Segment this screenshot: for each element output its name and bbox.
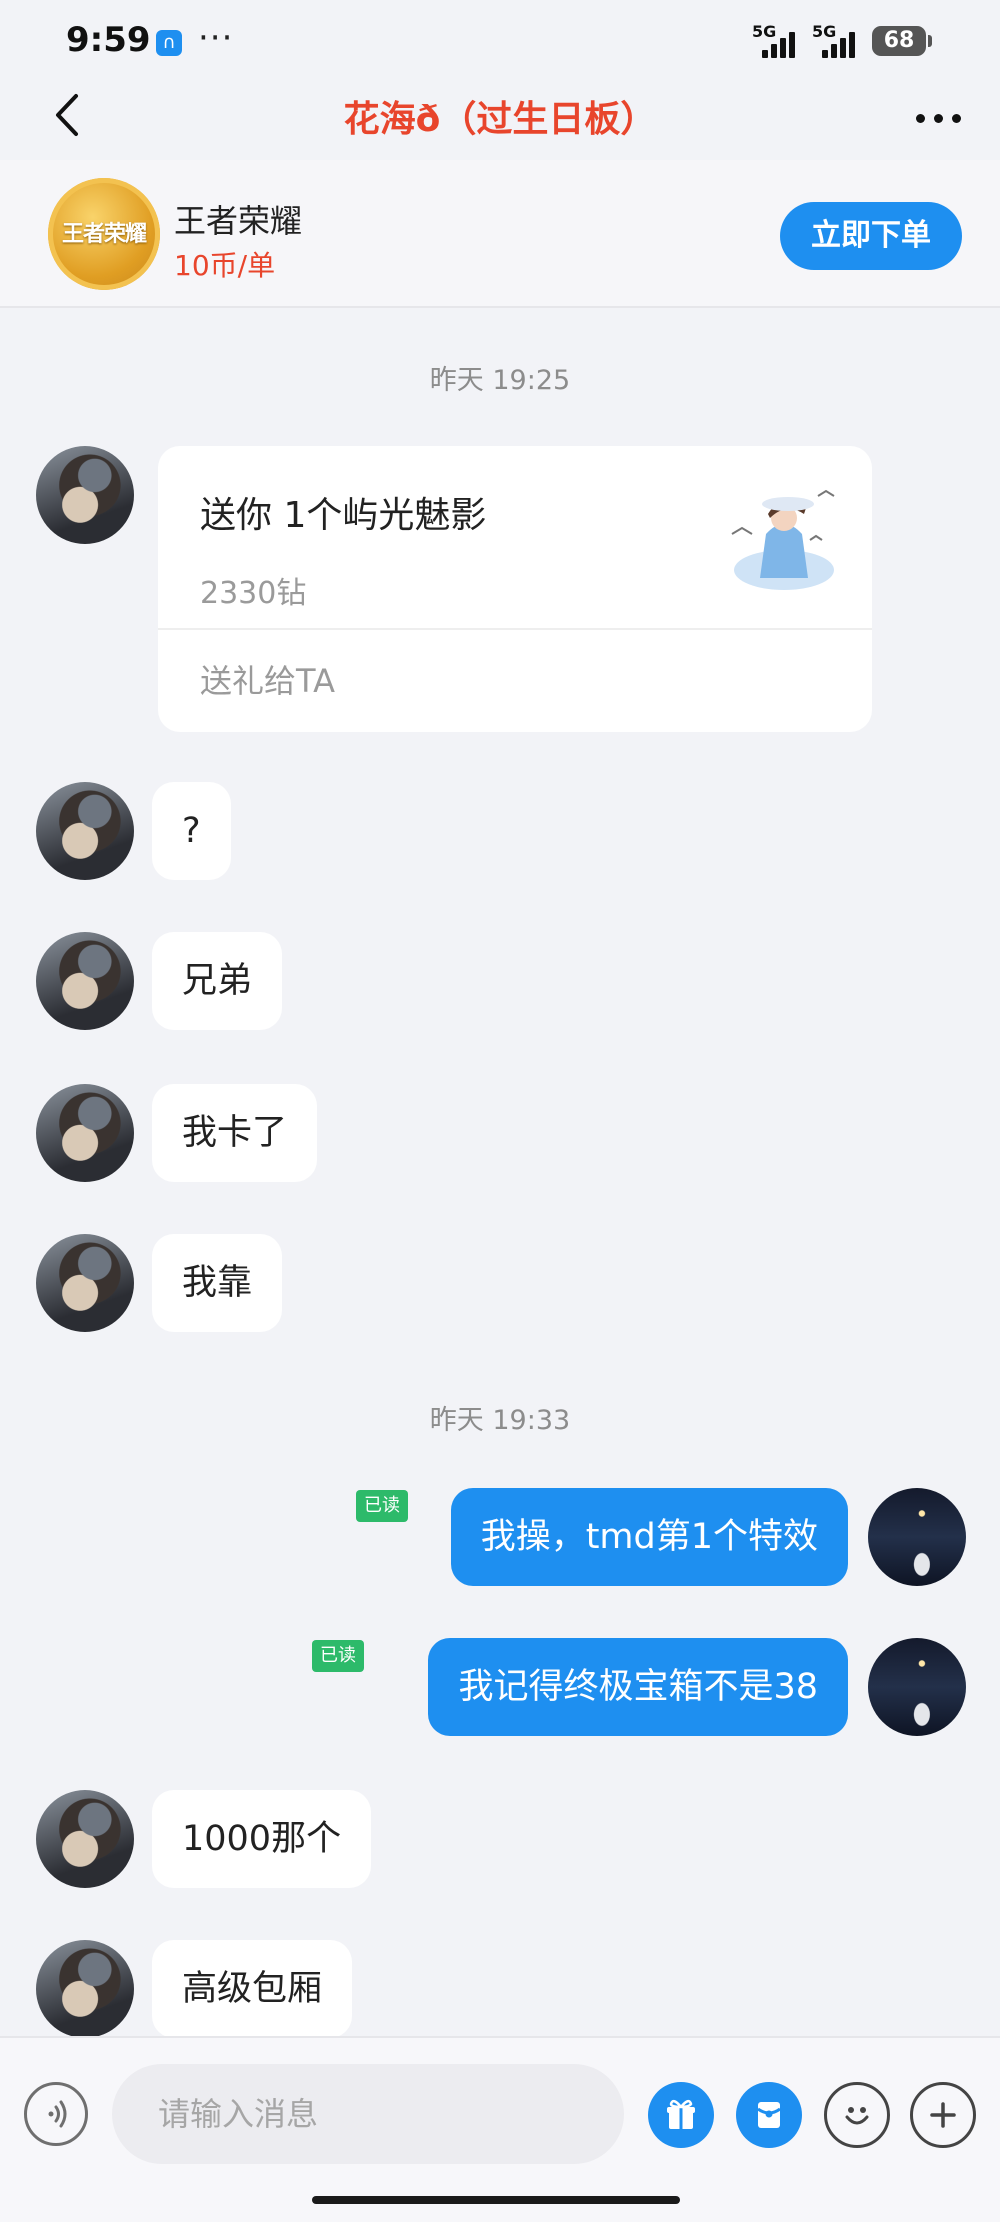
voice-icon (48, 2100, 67, 2128)
app-notification-icon: ∩ (156, 30, 182, 56)
avatar[interactable] (36, 932, 134, 1030)
plus-button[interactable] (910, 2082, 976, 2148)
status-time: 9:59 (66, 20, 151, 60)
gift-icon (667, 2099, 695, 2129)
message-bubble[interactable]: 我靠 (152, 1234, 283, 1332)
chat-title: 花海ð（过生日板） (343, 99, 657, 140)
signal-5g-icon: 5G (812, 22, 868, 58)
gift-card[interactable]: 送你 1个屿光魅影 2330钻 送礼给TA (158, 446, 872, 732)
red-packet-icon (757, 2102, 781, 2128)
game-name: 王者荣耀 (174, 202, 303, 240)
message-bubble-self[interactable]: 我记得终极宝箱不是38 (428, 1638, 848, 1736)
game-price: 10币/单 (174, 249, 276, 282)
message-bubble[interactable]: 高级包厢 (152, 1940, 353, 2038)
message-bubble-self[interactable]: 我操，tmd第1个特效 (450, 1488, 848, 1586)
message-timestamp: 昨天 19:25 (429, 365, 571, 396)
avatar[interactable] (36, 446, 134, 544)
home-indicator[interactable] (312, 2196, 680, 2204)
service-bar: 王者荣耀 王者荣耀 10币/单 立即下单 (0, 160, 1000, 308)
gift-price: 2330钻 (200, 576, 307, 611)
plus-icon (930, 2102, 956, 2128)
avatar[interactable] (36, 1940, 134, 2038)
avatar-self[interactable] (868, 1638, 966, 1736)
status-bar: 9:59 ∩ ··· 5G 5G 68 (0, 0, 1000, 80)
read-status-badge: 已读 (312, 1640, 364, 1672)
voice-button[interactable] (24, 2082, 88, 2146)
message-timestamp: 昨天 19:33 (429, 1405, 571, 1436)
avatar[interactable] (36, 1234, 134, 1332)
game-logo[interactable]: 王者荣耀 (48, 178, 160, 290)
message-input[interactable] (112, 2064, 624, 2164)
read-status-badge: 已读 (356, 1490, 408, 1522)
battery-icon: 68 (872, 26, 932, 56)
message-bubble[interactable]: 1000那个 (152, 1790, 372, 1888)
avatar-self[interactable] (868, 1488, 966, 1586)
message-bubble[interactable]: ? (152, 782, 231, 880)
message-bubble[interactable]: 兄弟 (152, 932, 283, 1030)
divider (158, 628, 872, 630)
red-packet-button[interactable] (736, 2082, 802, 2148)
send-gift-link[interactable]: 送礼给TA (200, 656, 335, 702)
more-dots-icon[interactable] (908, 98, 968, 138)
input-bar (0, 2036, 1000, 2222)
emoji-icon (845, 2107, 869, 2125)
gift-button[interactable] (648, 2082, 714, 2148)
message-bubble[interactable]: 我卡了 (152, 1084, 318, 1182)
gift-title: 送你 1个屿光魅影 (200, 495, 487, 536)
signal-5g-icon: 5G (752, 22, 808, 58)
order-now-button[interactable]: 立即下单 (780, 202, 962, 270)
avatar[interactable] (36, 782, 134, 880)
avatar[interactable] (36, 1084, 134, 1182)
gift-image (731, 489, 835, 590)
avatar[interactable] (36, 1790, 134, 1888)
status-more-dots: ··· (198, 18, 234, 58)
emoji-button[interactable] (824, 2082, 890, 2148)
